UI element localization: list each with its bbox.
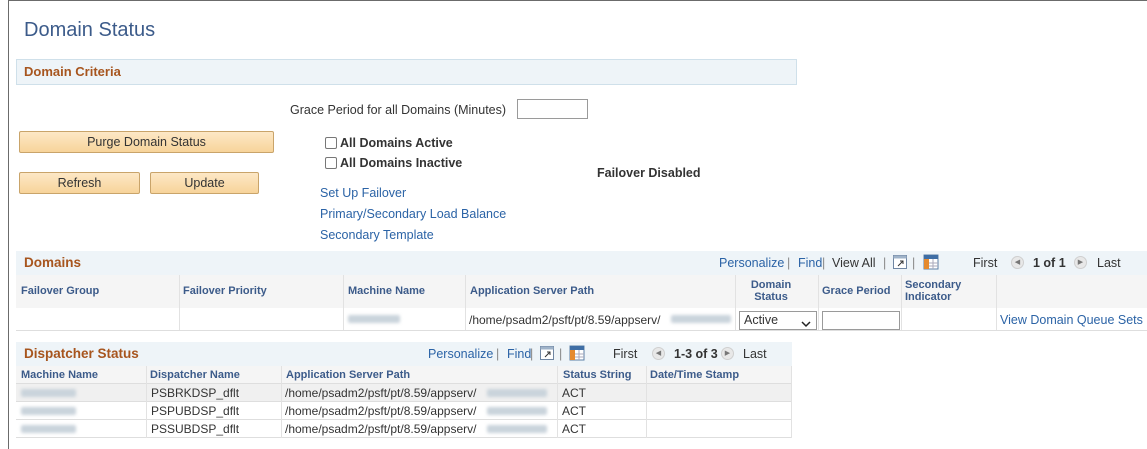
dispatcher-path: /home/psadm2/psft/pt/8.59/appserv/ <box>285 422 477 436</box>
grid-line <box>16 383 792 384</box>
col-grace-period: Grace Period <box>822 285 891 297</box>
grid-line <box>146 366 147 438</box>
redacted-machine-name <box>21 425 76 433</box>
col-failover-group: Failover Group <box>21 285 100 297</box>
domains-personalize-link[interactable]: Personalize <box>719 256 784 270</box>
grid-line <box>16 419 792 420</box>
separator: | <box>530 347 534 361</box>
dispatcher-path: /home/psadm2/psft/pt/8.59/appserv/ <box>285 386 477 400</box>
separator: | <box>496 347 500 361</box>
page-title: Domain Status <box>24 19 156 41</box>
all-domains-inactive-checkbox[interactable] <box>325 157 337 169</box>
col-app-server-path: Application Server Path <box>470 285 595 297</box>
separator: | <box>883 256 887 270</box>
domains-first-link[interactable]: First <box>973 256 997 270</box>
grid-line <box>281 366 282 438</box>
col-app-server-path: Application Server Path <box>286 369 411 381</box>
grid-line <box>646 366 647 438</box>
separator: | <box>822 256 826 270</box>
redacted-path-suffix <box>671 315 731 323</box>
domain-status-value: Active <box>744 313 779 327</box>
all-domains-active-checkbox[interactable] <box>325 137 337 149</box>
dispatcher-title: Dispatcher Status <box>24 346 139 361</box>
col-secondary-indicator: Secondary Indicator <box>905 279 962 303</box>
secondary-template-link[interactable]: Secondary Template <box>320 228 434 242</box>
download-grid-icon[interactable] <box>569 345 585 364</box>
dispatcher-find-link[interactable]: Find <box>507 347 531 361</box>
domain-app-server-path: /home/psadm2/psft/pt/8.59/appserv/ <box>469 313 661 327</box>
view-domain-queue-sets-link[interactable]: View Domain Queue Sets <box>1000 313 1143 327</box>
grid-line <box>557 366 558 438</box>
all-domains-inactive-label: All Domains Inactive <box>340 156 463 170</box>
load-balance-link[interactable]: Primary/Secondary Load Balance <box>320 207 506 221</box>
dropdown-icon <box>801 317 811 331</box>
domains-view-all-link[interactable]: View All <box>832 256 876 270</box>
grid-line <box>791 366 792 438</box>
domains-find-link[interactable]: Find <box>798 256 822 270</box>
download-grid-icon[interactable] <box>923 254 939 273</box>
dispatcher-last-link[interactable]: Last <box>743 347 767 361</box>
separator: | <box>912 256 916 270</box>
separator: | <box>787 256 791 270</box>
failover-status-text: Failover Disabled <box>597 166 701 180</box>
zoom-grid-icon[interactable] <box>539 345 555 364</box>
grace-period-input[interactable] <box>517 99 588 119</box>
redacted-path-suffix <box>487 407 547 415</box>
grid-line <box>735 275 736 331</box>
redacted-path-suffix <box>487 389 547 397</box>
zoom-grid-icon[interactable] <box>892 254 908 273</box>
dispatcher-personalize-link[interactable]: Personalize <box>428 347 493 361</box>
update-button[interactable]: Update <box>150 172 259 194</box>
col-date-time-stamp: Date/Time Stamp <box>650 369 740 381</box>
set-up-failover-link[interactable]: Set Up Failover <box>320 186 406 200</box>
redacted-path-suffix <box>487 425 547 433</box>
prev-icon[interactable]: ◀ <box>652 347 665 360</box>
dispatcher-first-link[interactable]: First <box>613 347 637 361</box>
domain-status-select[interactable]: Active <box>739 311 817 330</box>
grid-line <box>179 275 180 331</box>
redacted-machine-name <box>21 389 76 397</box>
grid-line <box>465 275 466 331</box>
col-status-string: Status String <box>563 369 632 381</box>
grid-line <box>901 275 902 331</box>
dispatcher-name: PSBRKDSP_dflt <box>151 386 240 400</box>
grid-line <box>16 437 792 438</box>
domains-last-link[interactable]: Last <box>1097 256 1121 270</box>
grid-line <box>996 275 997 331</box>
col-dispatcher-name: Dispatcher Name <box>150 369 240 381</box>
dispatcher-status: ACT <box>562 422 586 436</box>
domains-range: 1 of 1 <box>1033 256 1066 270</box>
redacted-machine-name <box>348 315 400 323</box>
separator: | <box>559 347 563 361</box>
refresh-button[interactable]: Refresh <box>19 172 140 194</box>
grid-line <box>343 275 344 331</box>
domains-title: Domains <box>24 255 82 270</box>
all-domains-active-label: All Domains Active <box>340 136 453 150</box>
grace-period-label: Grace Period for all Domains (Minutes) <box>290 103 507 117</box>
redacted-machine-name <box>21 407 76 415</box>
next-icon[interactable]: ▶ <box>1074 256 1087 269</box>
grace-period-field[interactable] <box>822 311 900 330</box>
criteria-section-label: Domain Criteria <box>24 64 121 79</box>
grid-line <box>16 330 1147 331</box>
grid-line <box>818 275 819 331</box>
dispatcher-range: 1-3 of 3 <box>674 347 718 361</box>
col-domain-status: Domain Status <box>750 279 792 303</box>
purge-domain-status-button[interactable]: Purge Domain Status <box>19 131 274 153</box>
dispatcher-name: PSPUBDSP_dflt <box>151 404 240 418</box>
prev-icon[interactable]: ◀ <box>1011 256 1024 269</box>
dispatcher-status: ACT <box>562 404 586 418</box>
col-machine-name: Machine Name <box>21 369 99 381</box>
dispatcher-status: ACT <box>562 386 586 400</box>
criteria-header-bar <box>16 59 797 85</box>
next-icon[interactable]: ▶ <box>721 347 734 360</box>
grid-line <box>16 401 792 402</box>
col-failover-priority: Failover Priority <box>183 285 267 297</box>
dispatcher-name: PSSUBDSP_dflt <box>151 422 240 436</box>
dispatcher-path: /home/psadm2/psft/pt/8.59/appserv/ <box>285 404 477 418</box>
col-machine-name: Machine Name <box>348 285 426 297</box>
